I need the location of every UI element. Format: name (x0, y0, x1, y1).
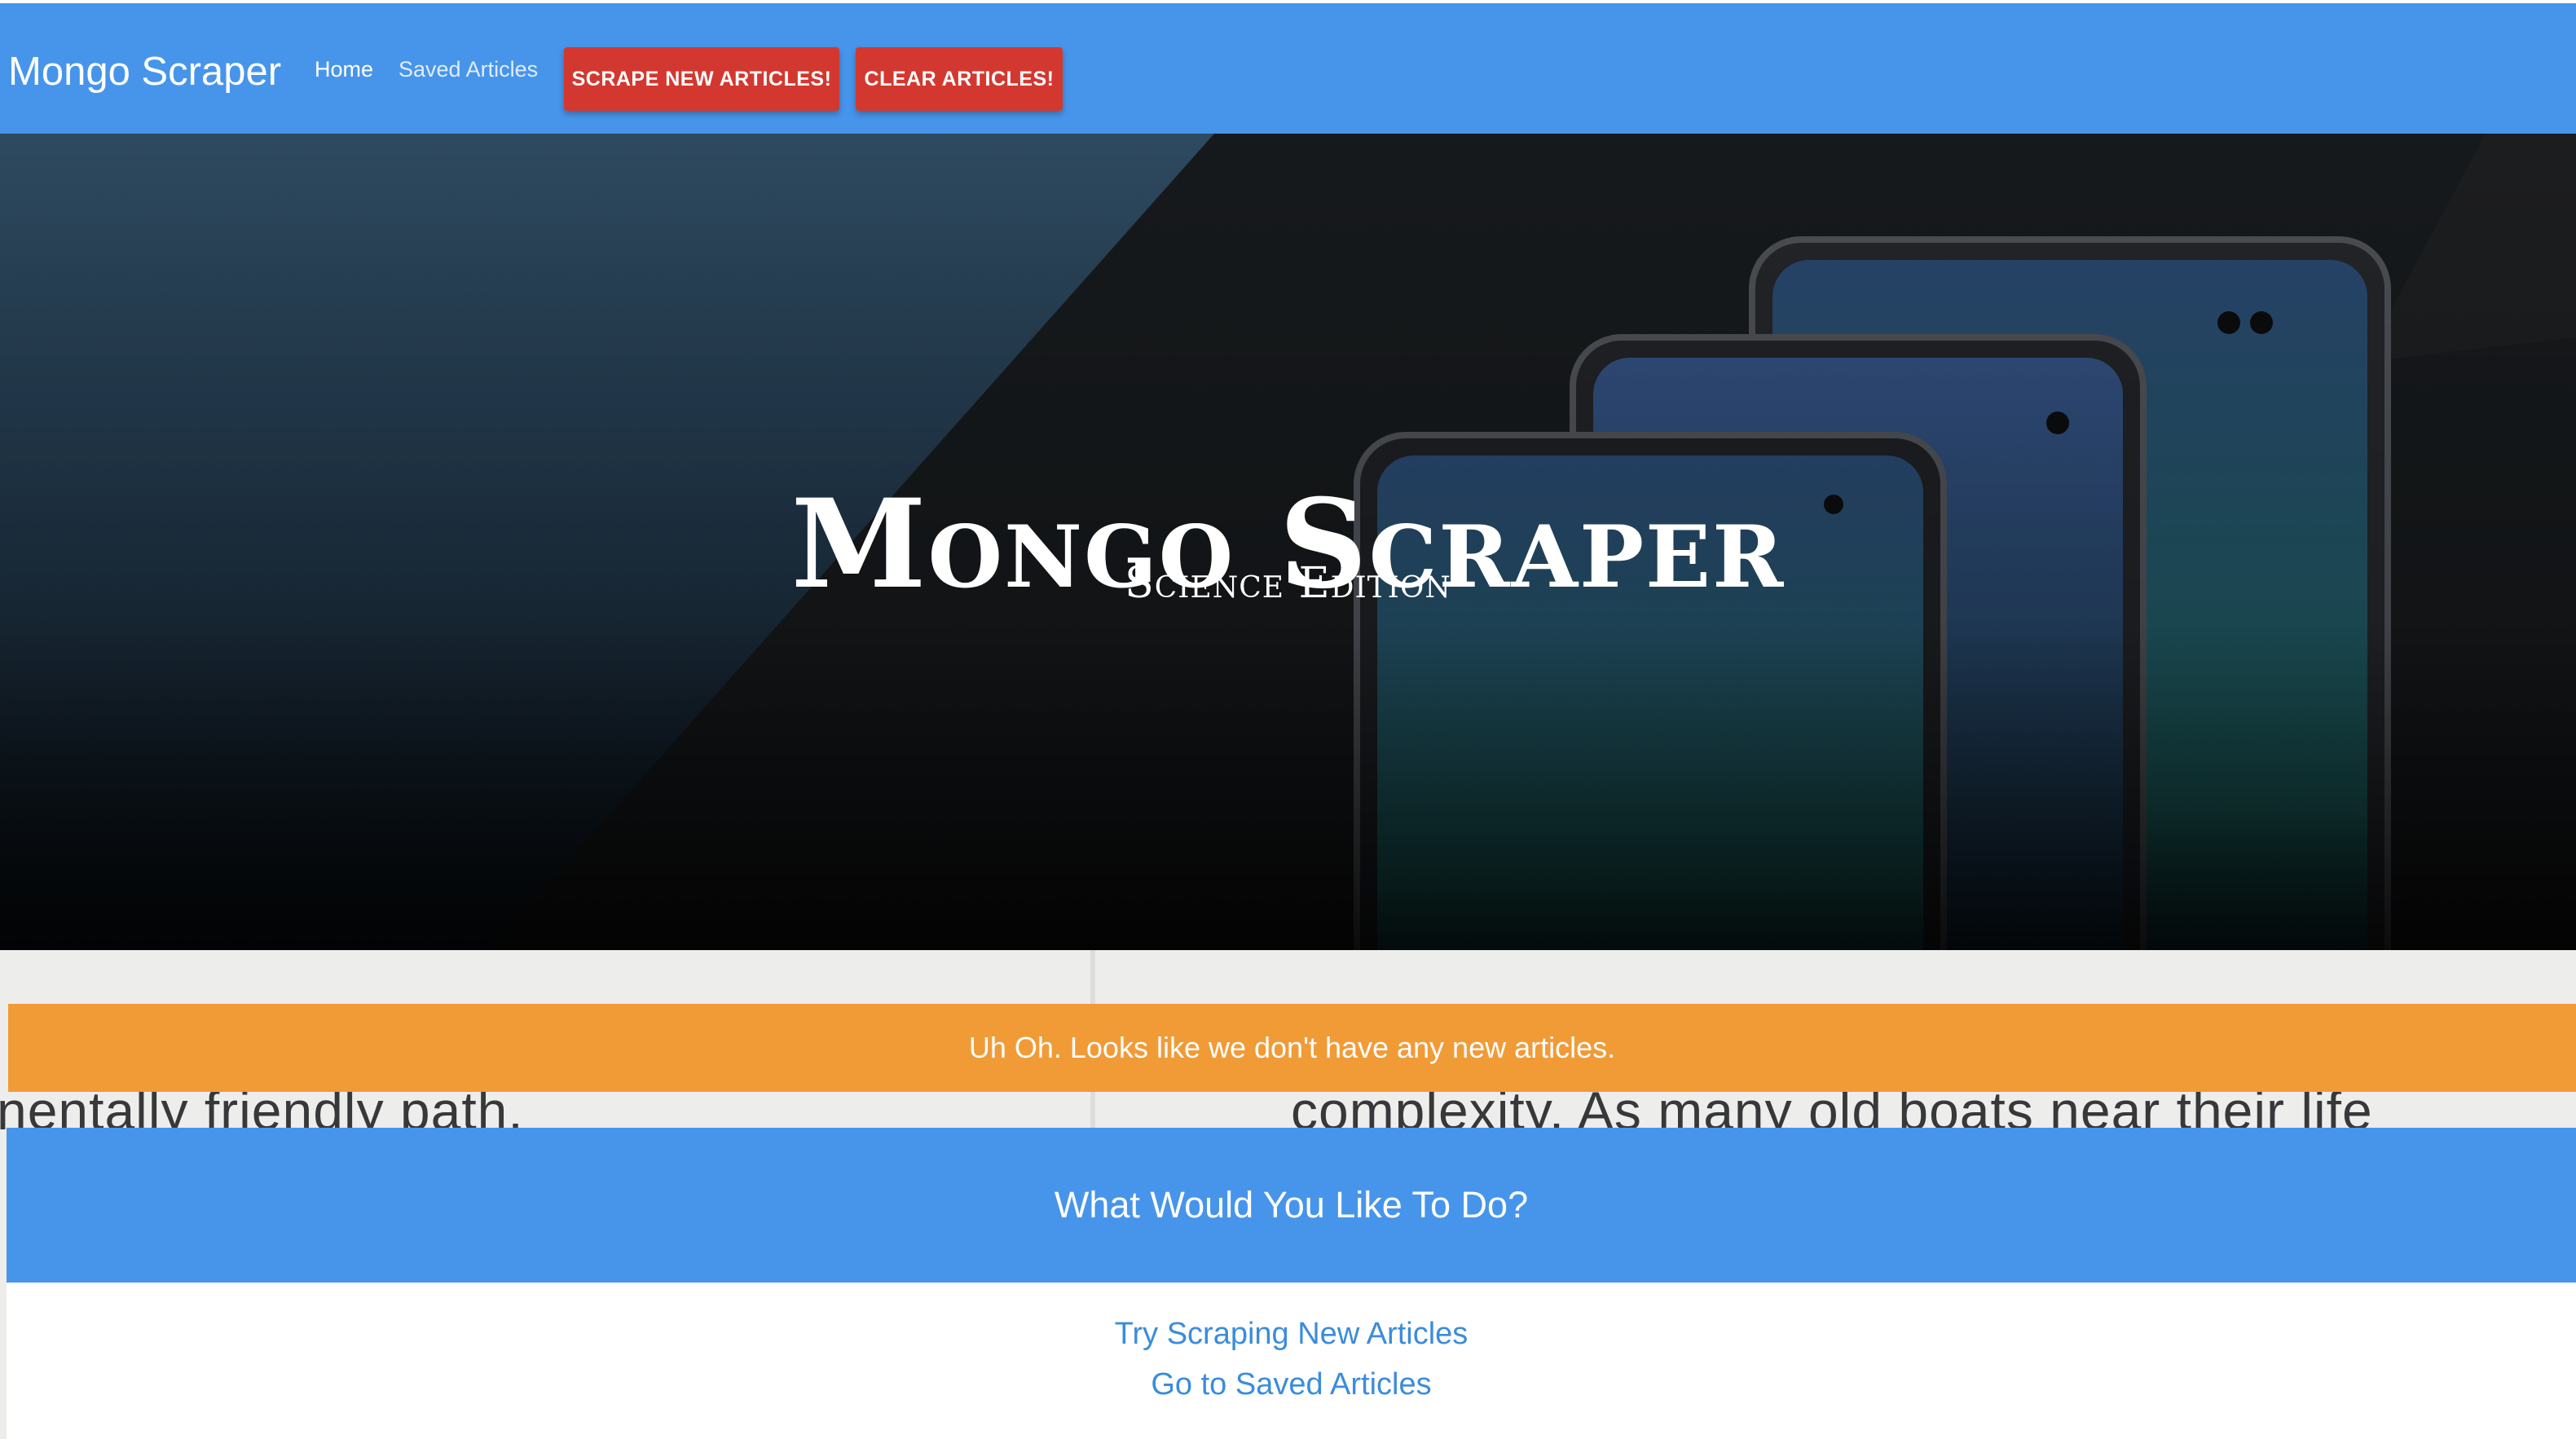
hero-banner: Mongo Scraper Science Edition (0, 134, 2576, 950)
brand-logo-link[interactable]: Mongo Scraper (8, 47, 281, 96)
nav-link-saved-articles[interactable]: Saved Articles (399, 55, 538, 83)
try-scraping-link[interactable]: Try Scraping New Articles (7, 1314, 2576, 1354)
no-articles-alert: Uh Oh. Looks like we don't have any new … (8, 1004, 2576, 1092)
scrape-new-articles-button[interactable]: SCRAPE NEW ARTICLES! (564, 47, 839, 111)
nav-link-home[interactable]: Home (315, 55, 373, 83)
go-to-saved-articles-link[interactable]: Go to Saved Articles (7, 1364, 2576, 1405)
hero-subtitle: Science Edition (1125, 559, 1451, 608)
action-card-header: What Would You Like To Do? (7, 1128, 2576, 1283)
navbar: Mongo Scraper Home Saved Articles SCRAPE… (0, 3, 2576, 134)
clear-articles-button[interactable]: CLEAR ARTICLES! (856, 47, 1063, 111)
action-card-body: Try Scraping New Articles Go to Saved Ar… (7, 1283, 2576, 1439)
